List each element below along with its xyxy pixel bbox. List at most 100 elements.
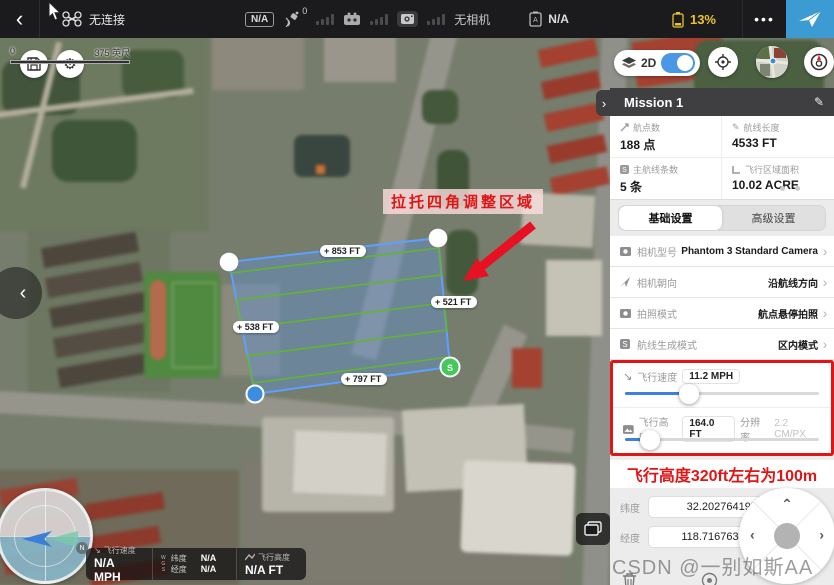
telemetry-bar: ↘飞行速度 N/A MPH WGS 纬度N/A 经度N/A 飞行高度 N/A F… [86, 548, 306, 580]
watermark: CSDN @一别如斯AA [612, 551, 834, 580]
back-button[interactable]: ‹ [0, 0, 40, 38]
heading-icon [620, 277, 630, 287]
stat-main-lines: S主航线条数 5 条 [610, 158, 722, 199]
compass-north-label: N [76, 542, 88, 554]
locate-button[interactable] [708, 47, 738, 77]
status-topbar: ‹ 无连接 N/A 0 无相机 A N/A [0, 0, 834, 38]
chevron-right-icon: › [820, 336, 830, 352]
ellipsis-icon: ••• [754, 11, 775, 27]
mode-badge: N/A [245, 12, 274, 27]
row-route-mode[interactable]: S 航线生成模式 区内模式 › [610, 329, 834, 360]
annotation-label: 拉托四角调整区域 [383, 189, 543, 214]
telemetry-speed-value: N/A MPH [94, 556, 144, 584]
chevron-right-icon: › [602, 96, 606, 111]
edit-mission-icon[interactable]: ✎ [814, 95, 824, 109]
2d-switch[interactable] [661, 53, 695, 73]
start-flight-button[interactable] [786, 0, 834, 38]
route-mode-icon: S [620, 339, 630, 349]
s-lines-icon: S [620, 165, 629, 174]
resolution-value: 2.2 CM/PX [774, 418, 821, 440]
mission-panel: Mission 1 ✎ 航点数 188 点 ✎航线长度 4533 FT S主航线… [610, 88, 834, 585]
stat-area: 飞行区域面积 10.02 ACRE [722, 158, 834, 199]
altitude-image-icon [623, 425, 634, 434]
camera-status-icon [401, 14, 414, 24]
telemetry-alt-value: N/A FT [245, 563, 298, 577]
dpad-left[interactable]: ‹ [750, 527, 755, 543]
camera-icon [620, 247, 631, 256]
switch-knob [677, 55, 693, 71]
connection-status: 无连接 [89, 11, 125, 28]
app-screen: S + 853 FT + 521 FT + 538 FT + 797 FT 拉托… [0, 0, 834, 585]
compass-icon [810, 53, 828, 71]
camera-signal-bars [427, 13, 445, 25]
rc-signal-bars [370, 13, 388, 25]
drone-icon [62, 11, 82, 27]
rc-battery-icon: A [528, 11, 543, 27]
chevron-right-icon: › [820, 243, 830, 259]
speed-slider-knob[interactable] [679, 384, 699, 404]
scale-distance: 375 英尺 [94, 46, 130, 59]
chevron-right-icon: › [820, 305, 830, 321]
attitude-compass [0, 488, 93, 584]
gps-signal-bars [316, 13, 334, 25]
chevron-right-icon: › [820, 274, 830, 290]
2d-label: 2D [641, 56, 656, 70]
map-type-button[interactable] [756, 46, 788, 78]
crosshair-icon [715, 54, 731, 70]
wgs-label: WGS [161, 555, 166, 573]
dpad-right[interactable]: › [819, 527, 824, 543]
row-flight-speed: ↘ 飞行速度 11.2 MPH [613, 363, 831, 408]
compass-reset-button[interactable] [804, 47, 834, 77]
speed-value: 11.2 MPH [682, 369, 740, 384]
edge-length-left[interactable]: + 538 FT [233, 321, 279, 333]
settings-tabs: 基础设置 高级设置 [618, 205, 826, 231]
map-2d-toggle[interactable]: 2D [614, 50, 700, 76]
satellite-icon [283, 11, 301, 27]
photo-mode-icon [620, 309, 631, 318]
photos-icon [584, 521, 602, 537]
gps-count: 0 [302, 6, 307, 16]
speed-icon: ↘ [94, 546, 101, 555]
stats-page-dots[interactable] [780, 186, 800, 191]
aircraft-arrow-icon [22, 531, 52, 547]
camera-status-text: 无相机 [454, 11, 490, 28]
highlight-red-box: ↘ 飞行速度 11.2 MPH 飞行高度 164.0 FT 分辨率 2.2 CM… [610, 360, 834, 456]
waypoint-icon [620, 123, 629, 132]
speed-icon: ↘ [623, 370, 632, 383]
mission-stats: 航点数 188 点 ✎航线长度 4533 FT S主航线条数 5 条 飞行区域面… [610, 116, 834, 200]
speed-slider[interactable] [625, 392, 819, 395]
battery-percent: 13% [690, 12, 716, 27]
mouse-cursor [48, 2, 62, 22]
map-scale: 0 375 英尺 [10, 46, 130, 64]
mission-header: Mission 1 ✎ [610, 88, 834, 116]
tab-advanced-settings[interactable]: 高级设置 [722, 206, 825, 230]
telemetry-lat-value: N/A [201, 553, 217, 563]
scale-zero: 0 [10, 46, 15, 59]
map-thumbnail-icon [756, 46, 788, 78]
tab-basic-settings[interactable]: 基础设置 [619, 206, 722, 230]
dpad-up[interactable]: ⌃ [781, 496, 793, 513]
more-menu-button[interactable]: ••• [742, 0, 786, 38]
route-length-icon: ✎ [732, 122, 740, 133]
edge-length-bottom[interactable]: + 797 FT [341, 373, 387, 385]
back-chevron-icon: ‹ [16, 6, 23, 32]
row-camera-heading[interactable]: 相机朝向 沿航线方向 › [610, 267, 834, 298]
dpad-center[interactable] [774, 523, 800, 549]
edge-length-right[interactable]: + 521 FT [431, 296, 477, 308]
svg-text:A: A [533, 17, 538, 24]
rc-battery-value: N/A [548, 12, 569, 26]
row-flight-altitude: 飞行高度 164.0 FT 分辨率 2.2 CM/PX [613, 408, 831, 453]
altitude-slider-knob[interactable] [640, 430, 660, 450]
row-photo-mode[interactable]: 拍照模式 航点悬停拍照 › [610, 298, 834, 329]
media-library-button[interactable] [576, 513, 610, 545]
row-camera-model[interactable]: 相机型号 Phantom 3 Standard Camera › [610, 236, 834, 267]
collapse-panel-button[interactable]: › [596, 90, 612, 116]
mission-title: Mission 1 [624, 95, 814, 110]
edge-length-top[interactable]: + 853 FT [320, 245, 366, 257]
heading-cone [48, 531, 78, 547]
altitude-note: 飞行高度320ft左右为100m [610, 460, 834, 488]
svg-text:S: S [622, 340, 627, 349]
altitude-slider[interactable] [625, 438, 819, 441]
battery-icon [671, 11, 685, 28]
remote-controller-icon [343, 12, 361, 26]
